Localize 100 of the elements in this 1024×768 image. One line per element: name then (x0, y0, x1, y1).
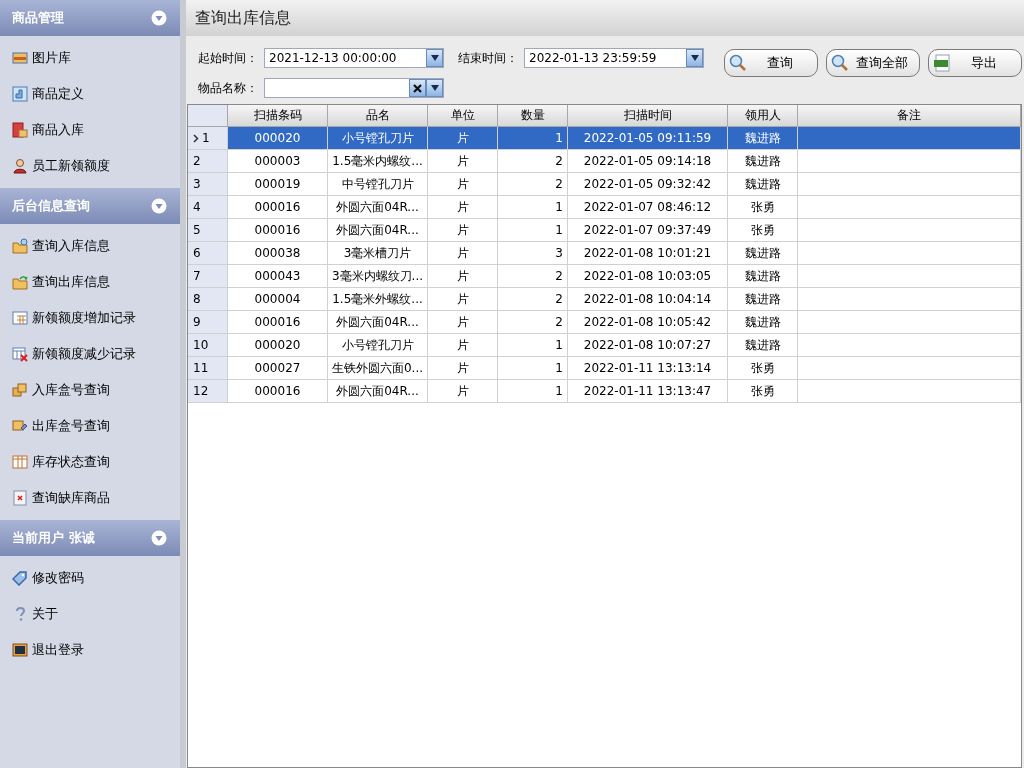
table-cell: 魏进路 (728, 127, 798, 150)
table-cell: 2 (498, 150, 568, 173)
sidebar-item[interactable]: 查询出库信息 (0, 264, 180, 300)
date-time-picker[interactable]: 2021-12-13 00:00:00 (264, 48, 444, 68)
sidebar-item[interactable]: 新领额度增加记录 (0, 300, 180, 336)
column-header[interactable]: 备注 (798, 105, 1021, 127)
sidebar-item[interactable]: 查询缺库商品 (0, 480, 180, 516)
table-delete-icon (12, 346, 28, 362)
search-icon (729, 54, 747, 72)
table-cell: 000027 (228, 357, 328, 380)
table-row[interactable]: 1 000020 小号镗孔刀片 片 1 2022-01-05 09:11:59 魏进路 (188, 127, 1021, 150)
sidebar-item[interactable]: 退出登录 (0, 632, 180, 668)
table-cell: 000016 (228, 380, 328, 403)
table-cell: 1 (498, 357, 568, 380)
row-number: 3 (193, 177, 201, 191)
folder-arrow-icon (12, 274, 28, 290)
grid-icon (12, 454, 28, 470)
table-cell: 片 (428, 265, 498, 288)
row-number: 11 (193, 361, 209, 375)
table-cell: 张勇 (728, 380, 798, 403)
sidebar-item[interactable]: 商品定义 (0, 76, 180, 112)
table-row[interactable]: 12 000016 外圆六面04R... 片 1 2022-01-11 13:13:47 张勇 (188, 380, 1021, 403)
table-row[interactable]: 4 000016 外圆六面04R... 片 1 2022-01-07 08:46:12 张勇 (188, 196, 1021, 219)
field-label: 结束时间： (458, 49, 519, 67)
table-cell: 000020 (228, 127, 328, 150)
table-cell: 张勇 (728, 357, 798, 380)
column-header[interactable]: 领用人 (728, 105, 798, 127)
page-title: 查询出库信息 (186, 0, 1024, 36)
row-number: 2 (193, 154, 201, 168)
dropdown-button[interactable] (686, 49, 703, 67)
table-icon (12, 310, 28, 326)
table-cell: 000003 (228, 150, 328, 173)
table-cell: 2 (498, 173, 568, 196)
table-row[interactable]: 6 000038 3毫米槽刀片 片 3 2022-01-08 10:01:21 魏进路 (188, 242, 1021, 265)
table-cell: 1 (498, 127, 568, 150)
table-row[interactable]: 10 000020 小号镗孔刀片 片 1 2022-01-08 10:07:27 魏进路 (188, 334, 1021, 357)
search-button[interactable]: 查询 (724, 49, 818, 77)
table-cell: 1 (498, 196, 568, 219)
table-cell: 2022-01-05 09:32:42 (568, 173, 728, 196)
collapse-icon[interactable] (151, 10, 167, 26)
export-button[interactable]: 导出 (928, 49, 1022, 77)
table-cell: 000043 (228, 265, 328, 288)
row-number: 1 (202, 131, 210, 145)
table-cell: 张勇 (728, 196, 798, 219)
table-cell: 2022-01-11 13:13:14 (568, 357, 728, 380)
table-cell: 片 (428, 150, 498, 173)
table-cell: 外圆六面04R... (328, 380, 428, 403)
table-cell: 000019 (228, 173, 328, 196)
search-icon (831, 54, 849, 72)
sidebar-item[interactable]: 修改密码 (0, 560, 180, 596)
spreadsheet-icon (933, 54, 951, 72)
table-cell: 片 (428, 219, 498, 242)
table-cell: 片 (428, 288, 498, 311)
table-row[interactable]: 5 000016 外圆六面04R... 片 1 2022-01-07 09:37:49 张勇 (188, 219, 1021, 242)
table-cell: 2022-01-08 10:04:14 (568, 288, 728, 311)
clear-button[interactable] (409, 79, 426, 97)
table-cell: 2022-01-07 09:37:49 (568, 219, 728, 242)
row-number: 5 (193, 223, 201, 237)
sidebar-item[interactable]: 查询入库信息 (0, 228, 180, 264)
caret-icon (430, 55, 439, 61)
sidebar-item[interactable]: 员工新领额度 (0, 148, 180, 184)
table-row[interactable]: 7 000043 3毫米内螺纹刀... 片 2 2022-01-08 10:03:05 魏进路 (188, 265, 1021, 288)
column-header[interactable]: 品名 (328, 105, 428, 127)
table-row[interactable]: 3 000019 中号镗孔刀片 片 2 2022-01-05 09:32:42 魏进路 (188, 173, 1021, 196)
column-header[interactable]: 扫描条码 (228, 105, 328, 127)
row-number: 6 (193, 246, 201, 260)
sidebar-item[interactable]: 库存状态查询 (0, 444, 180, 480)
sidebar-item[interactable]: 入库盒号查询 (0, 372, 180, 408)
table-cell: 魏进路 (728, 311, 798, 334)
collapse-icon[interactable] (151, 530, 167, 546)
sidebar-item[interactable]: 新领额度减少记录 (0, 336, 180, 372)
sidebar-item[interactable]: 关于 (0, 596, 180, 632)
search-button[interactable]: 查询全部 (826, 49, 920, 77)
table-cell: 小号镗孔刀片 (328, 127, 428, 150)
table-cell: 2022-01-08 10:03:05 (568, 265, 728, 288)
collapse-icon[interactable] (151, 198, 167, 214)
column-header[interactable]: 单位 (428, 105, 498, 127)
table-row[interactable]: 11 000027 生铁外圆六面0... 片 1 2022-01-11 13:13:14 张勇 (188, 357, 1021, 380)
field-label: 物品名称： (198, 79, 259, 97)
table-cell: 片 (428, 334, 498, 357)
dropdown-button[interactable] (426, 49, 443, 67)
table-row[interactable]: 9 000016 外圆六面04R... 片 2 2022-01-08 10:05:42 魏进路 (188, 311, 1021, 334)
column-header[interactable]: 数量 (498, 105, 568, 127)
date-time-picker[interactable]: 2022-01-13 23:59:59 (524, 48, 704, 68)
table-cell: 生铁外圆六面0... (328, 357, 428, 380)
dropdown-button[interactable] (426, 79, 443, 97)
sidebar-item[interactable]: 商品入库 (0, 112, 180, 148)
table-cell: 外圆六面04R... (328, 219, 428, 242)
sidebar-item[interactable]: 图片库 (0, 40, 180, 76)
table-cell: 1 (498, 334, 568, 357)
table-cell: 小号镗孔刀片 (328, 334, 428, 357)
box-tag-icon (12, 418, 28, 434)
row-number: 12 (193, 384, 209, 398)
column-header[interactable]: 扫描时间 (568, 105, 728, 127)
table-row[interactable]: 8 000004 1.5毫米外螺纹... 片 2 2022-01-08 10:04:14 魏进路 (188, 288, 1021, 311)
table-cell: 魏进路 (728, 265, 798, 288)
table-cell: 3毫米槽刀片 (328, 242, 428, 265)
document-error-icon (12, 490, 28, 506)
table-row[interactable]: 2 000003 1.5毫米内螺纹... 片 2 2022-01-05 09:14:18 魏进路 (188, 150, 1021, 173)
sidebar-item[interactable]: 出库盒号查询 (0, 408, 180, 444)
